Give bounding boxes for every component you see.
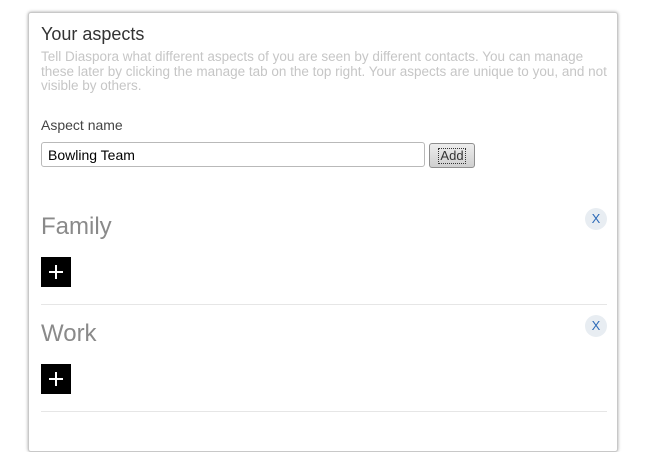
add-aspect-button-label: Add (438, 147, 466, 164)
aspect-name-label: Aspect name (41, 117, 123, 133)
plus-icon[interactable] (41, 364, 71, 394)
aspect-name: Work (41, 320, 97, 347)
aspect-family: Family X (41, 197, 607, 305)
aspects-panel: Your aspects Tell Diaspora what differen… (28, 12, 618, 452)
aspect-name-input[interactable] (41, 142, 425, 167)
remove-aspect-button[interactable]: X (585, 208, 607, 230)
aspect-work: Work X (41, 304, 607, 412)
aspect-name: Family (41, 213, 112, 240)
page-title: Your aspects (41, 24, 145, 44)
remove-aspect-button[interactable]: X (585, 315, 607, 337)
page-description: Tell Diaspora what different aspects of … (41, 49, 607, 93)
plus-icon[interactable] (41, 257, 71, 287)
add-aspect-button[interactable]: Add (429, 143, 475, 168)
